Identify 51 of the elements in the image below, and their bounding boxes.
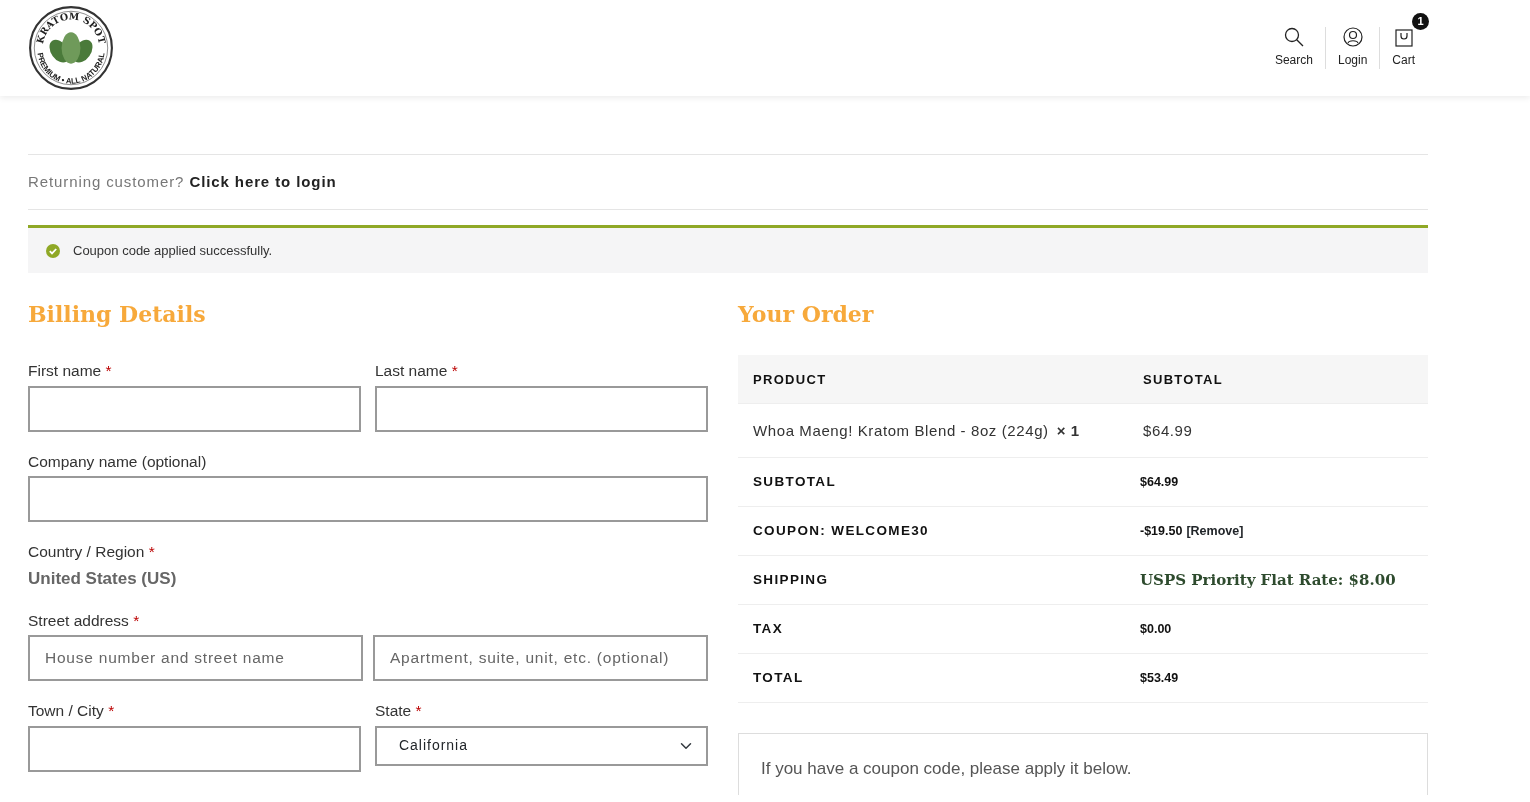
field-label: Street address [28, 612, 129, 630]
remove-link[interactable]: [Remove] [1186, 524, 1244, 538]
bag-icon [1393, 27, 1414, 47]
cart-link[interactable]: Cart [1380, 27, 1427, 69]
total-label: COUPON: WELCOME30 [753, 523, 929, 539]
product-subtotal: $64.99 [1143, 421, 1193, 439]
search-icon [1283, 27, 1304, 47]
field-label: Last name [375, 362, 448, 380]
check-icon [46, 243, 60, 258]
column-header: SUBTOTAL [1143, 371, 1223, 387]
section-title: Your Order [738, 301, 875, 328]
product-name: Whoa Maeng! Kratom Blend - 8oz (224g) [753, 421, 1049, 439]
field-label: Country / Region [28, 542, 145, 560]
input-field[interactable]: House number and street name [28, 635, 363, 682]
success-message: Coupon code applied successfully. [73, 241, 273, 260]
required-mark: * [108, 702, 115, 720]
total-label: SHIPPING [753, 572, 829, 588]
required-mark: * [451, 362, 458, 380]
input-field[interactable] [375, 385, 708, 432]
discount-value: -$19.50 [1140, 524, 1183, 538]
input-field[interactable] [28, 385, 361, 432]
coupon-prompt: If you have a coupon code, please apply it below. [761, 759, 1132, 779]
login-notice: Returning customer? Click here to login [28, 171, 337, 192]
column-header: PRODUCT [753, 371, 827, 387]
total-label: SUBTOTAL [753, 474, 837, 490]
country-value: United States (US) [28, 567, 178, 590]
total-label: TAX [753, 621, 784, 637]
input-field[interactable] [28, 475, 708, 522]
section-title: Billing Details [28, 301, 207, 328]
required-mark: * [105, 362, 112, 380]
required-mark: * [415, 702, 422, 720]
field-label: Town / City [28, 702, 104, 720]
field-label: First name [28, 362, 102, 380]
search-link[interactable]: Search [1262, 27, 1325, 69]
total-value: $0.00 [1140, 622, 1172, 636]
total-value: $64.99 [1140, 475, 1179, 489]
field-label: State [375, 702, 412, 720]
login-link[interactable]: Login [1324, 27, 1380, 69]
shipping-value: USPS Priority Flat Rate: $8.00 [1140, 571, 1396, 590]
login-link[interactable]: Click here to login [189, 172, 337, 190]
state-select[interactable]: California [375, 725, 708, 766]
product-quantity: × 1 [1056, 421, 1080, 439]
required-mark: * [133, 612, 140, 630]
input-field[interactable]: Apartment, suite, unit, etc. (optional) [373, 635, 708, 682]
required-mark: * [148, 542, 155, 560]
field-label: Company name (optional) [28, 452, 207, 470]
input-field[interactable] [28, 725, 361, 772]
total-value: $53.49 [1140, 671, 1179, 685]
user-icon [1342, 27, 1363, 47]
total-label: TOTAL [753, 670, 804, 686]
cart-count-badge: 1 [1412, 13, 1429, 30]
